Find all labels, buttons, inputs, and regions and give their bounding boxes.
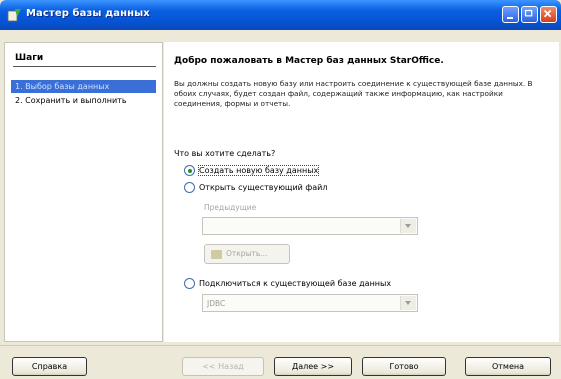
radio-connect-existing-database-label[interactable]: Подключиться к существующей базе данных (199, 279, 391, 288)
close-icon (543, 9, 552, 18)
steps-divider (13, 66, 156, 67)
database-wizard-window: Мастер базы данных Шаги 1. Выбор базы да… (0, 0, 561, 379)
folder-icon (211, 250, 222, 259)
steps-title: Шаги (15, 53, 44, 63)
cancel-button[interactable]: Отмена (465, 357, 551, 376)
back-button-label: << Назад (202, 362, 244, 371)
question-label: Что вы хотите сделать? (174, 149, 276, 158)
maximize-icon (524, 9, 533, 17)
help-button-label: Справка (31, 362, 68, 371)
connection-type-dropdown[interactable]: JDBC (202, 294, 418, 312)
back-button[interactable]: << Назад (182, 357, 264, 376)
help-button[interactable]: Справка (12, 357, 87, 376)
finish-button-label: Готово (389, 362, 419, 371)
close-button[interactable] (540, 6, 557, 23)
chevron-down-icon[interactable] (400, 296, 416, 310)
radio-create-new-database-label[interactable]: Создать новую базу данных (197, 165, 320, 176)
database-wizard-icon (7, 9, 21, 22)
steps-panel: Шаги 1. Выбор базы данных 2. Сохранить и… (4, 42, 163, 342)
recent-files-dropdown[interactable] (202, 217, 418, 235)
next-button[interactable]: Далее >> (274, 357, 352, 376)
radio-create-new-database[interactable] (184, 165, 195, 176)
radio-open-existing-file[interactable] (184, 182, 195, 193)
open-file-button[interactable]: Открыть... (204, 244, 290, 264)
page-title: Добро пожаловать в Мастер баз данных Sta… (174, 56, 444, 66)
main-panel: Добро пожаловать в Мастер баз данных Sta… (164, 42, 559, 342)
step-select-database[interactable]: 1. Выбор базы данных (11, 80, 156, 93)
button-bar-divider (0, 345, 561, 346)
cancel-button-label: Отмена (491, 362, 525, 371)
open-file-button-label: Открыть... (226, 249, 268, 258)
description-text: Вы должны создать новую базу или настрои… (174, 79, 533, 108)
window-title: Мастер базы данных (26, 8, 150, 19)
finish-button[interactable]: Готово (362, 357, 446, 376)
chevron-down-icon[interactable] (400, 219, 416, 233)
next-button-label: Далее >> (291, 362, 335, 371)
recent-files-label: Предыдущие (204, 203, 257, 212)
minimize-icon (503, 7, 518, 22)
radio-connect-existing-database[interactable] (184, 278, 195, 289)
step-save-and-proceed[interactable]: 2. Сохранить и выполнить (11, 94, 156, 107)
minimize-button[interactable] (502, 6, 519, 23)
connection-type-value: JDBC (207, 299, 226, 308)
title-bar[interactable]: Мастер базы данных (0, 0, 561, 30)
radio-open-existing-file-label[interactable]: Открыть существующий файл (199, 183, 327, 192)
maximize-button[interactable] (521, 6, 538, 23)
